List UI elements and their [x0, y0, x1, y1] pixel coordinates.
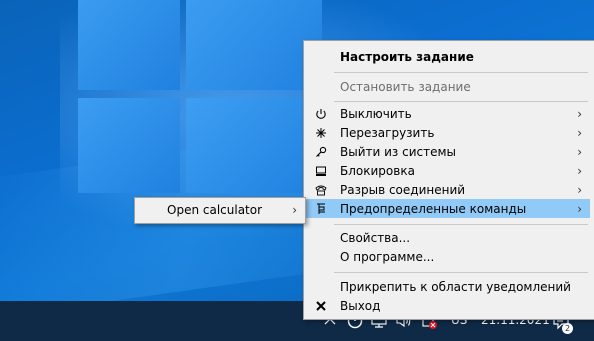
chevron-right-icon: › [577, 201, 582, 216]
chevron-right-icon: › [577, 182, 582, 197]
menu-separator [334, 272, 588, 273]
windows-logo-pane [186, 98, 322, 193]
menu-item-restart[interactable]: Перезагрузить › [306, 123, 590, 142]
context-menu: Настроить задание Остановить задание Вык… [303, 40, 594, 320]
menu-item-configure-task[interactable]: Настроить задание [306, 47, 590, 66]
menu-item-stop-task: Остановить задание [306, 77, 590, 96]
commands-icon [313, 201, 329, 217]
menu-separator [334, 101, 588, 102]
restart-icon [313, 125, 329, 141]
menu-item-label: Выход [340, 298, 381, 313]
chevron-right-icon: › [577, 106, 582, 121]
chevron-right-icon: › [577, 163, 582, 178]
menu-item-label: Свойства... [340, 230, 411, 245]
close-icon [313, 298, 329, 314]
menu-item-label: Выйти из системы [340, 144, 456, 159]
menu-item-properties[interactable]: Свойства... [306, 228, 590, 247]
chevron-right-icon: › [577, 144, 582, 159]
menu-item-label: Блокировка [340, 163, 415, 178]
menu-item-label: Перезагрузить [340, 125, 435, 140]
menu-item-label: Разрыв соединений [340, 182, 466, 197]
submenu-item-open-calculator[interactable]: Open calculator › [135, 198, 305, 223]
menu-separator [334, 224, 588, 225]
chevron-right-icon: › [292, 203, 297, 217]
menu-separator [334, 72, 588, 73]
windows-logo-pane [186, 0, 322, 90]
menu-item-label: Настроить задание [340, 49, 474, 64]
menu-item-label: Выключить [340, 106, 412, 121]
menu-item-sign-out[interactable]: Выйти из системы › [306, 142, 590, 161]
chevron-right-icon: › [577, 125, 582, 140]
menu-item-label: О программе... [340, 249, 435, 264]
menu-item-label: Прикрепить к области уведомлений [340, 279, 571, 294]
menu-item-label: Предопределенные команды [340, 201, 527, 216]
submenu-item-label: Open calculator [167, 203, 263, 217]
phone-icon [313, 182, 329, 198]
menu-item-disconnect[interactable]: Разрыв соединений › [306, 180, 590, 199]
windows-logo-pane [78, 98, 180, 193]
power-icon [313, 106, 329, 122]
key-icon [313, 144, 329, 160]
menu-item-about[interactable]: О программе... [306, 247, 590, 266]
menu-item-predefined-commands[interactable]: Предопределенные команды › [306, 199, 590, 218]
menu-item-label: Остановить задание [340, 79, 471, 94]
predefined-commands-submenu: Open calculator › [134, 197, 306, 224]
windows-logo-pane [78, 0, 180, 90]
lock-icon [313, 163, 329, 179]
menu-item-shutdown[interactable]: Выключить › [306, 104, 590, 123]
menu-item-lock[interactable]: Блокировка › [306, 161, 590, 180]
menu-item-pin-to-tray[interactable]: Прикрепить к области уведомлений [306, 277, 590, 296]
notification-count-badge: 2 [562, 323, 574, 334]
menu-item-exit[interactable]: Выход [306, 296, 590, 315]
